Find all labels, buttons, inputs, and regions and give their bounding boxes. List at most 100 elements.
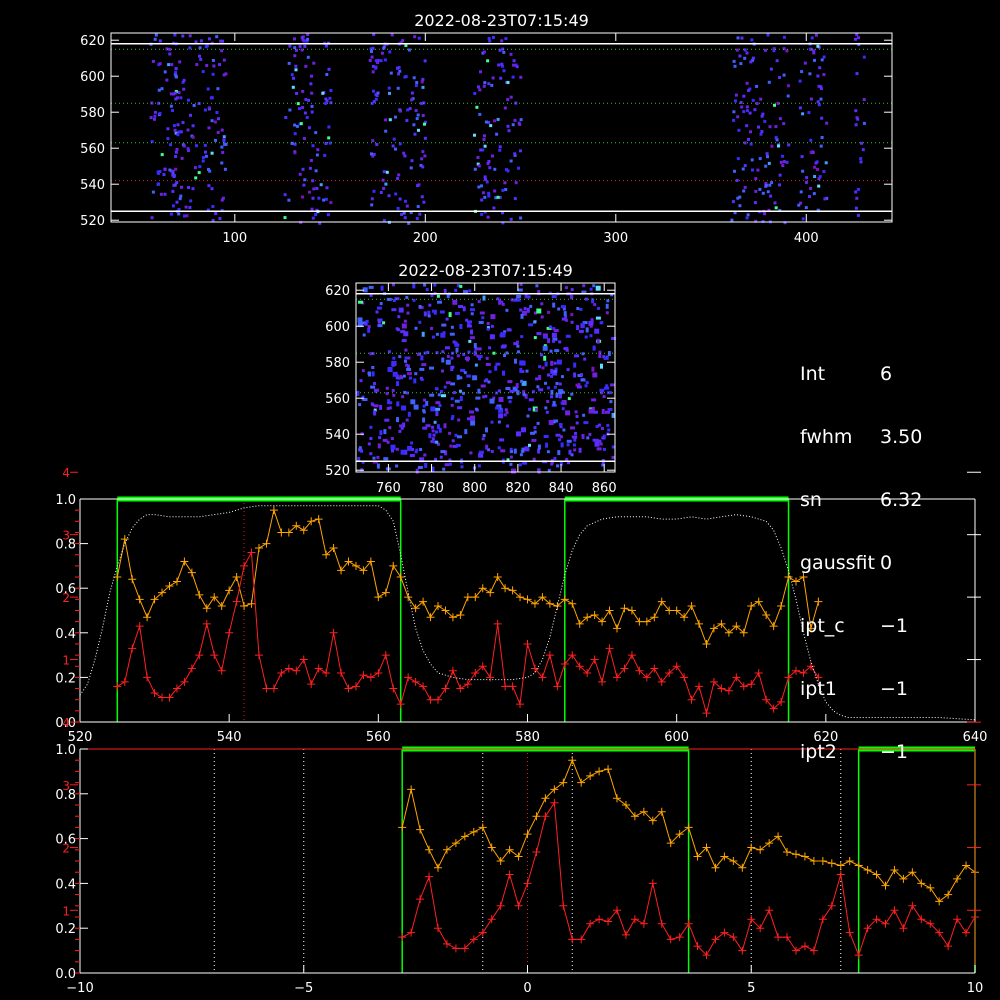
heatmap-pixel — [813, 165, 817, 169]
heatmap-pixel — [419, 448, 423, 451]
heatmap-pixel — [221, 39, 224, 43]
data-point — [407, 785, 416, 794]
heatmap-pixel — [591, 366, 595, 372]
heatmap-pixel — [529, 304, 533, 308]
heatmap-pixel — [317, 196, 321, 200]
data-point — [711, 935, 720, 944]
heatmap-pixel — [429, 393, 435, 397]
heatmap-pixel — [502, 50, 506, 54]
heatmap-pixel — [384, 118, 388, 122]
heatmap-pixel — [448, 431, 452, 435]
heatmap-pixel — [191, 124, 195, 128]
heatmap-pixel — [592, 345, 596, 351]
heatmap-pixel — [175, 200, 179, 204]
data-point — [143, 673, 152, 682]
heatmap-pixel — [775, 59, 779, 63]
heatmap-pixel — [451, 439, 455, 443]
heatmap-pixel — [820, 136, 824, 139]
heatmap-pixel — [415, 81, 419, 84]
heatmap-pixel — [859, 157, 863, 161]
heatmap-pixel — [192, 104, 196, 107]
heatmap-pixel — [478, 112, 482, 116]
heatmap-pixel — [746, 213, 750, 217]
data-point — [595, 767, 604, 776]
heatmap-pixel — [452, 299, 458, 305]
heatmap-pixel — [487, 160, 491, 163]
heatmap-pixel — [437, 300, 442, 304]
x-tick-label: 800 — [462, 481, 487, 496]
heatmap-pixel — [175, 148, 179, 151]
heatmap-pixel — [295, 92, 299, 95]
heatmap-pixel — [449, 332, 455, 336]
heatmap-pixel — [519, 118, 523, 122]
data-point — [486, 673, 495, 682]
heatmap-pixel — [388, 426, 392, 430]
heatmap-pixel — [469, 410, 474, 414]
heatmap-pixel — [552, 339, 556, 343]
x-tick-label: 5 — [747, 981, 755, 996]
heatmap-pixel — [204, 154, 208, 158]
heatmap-pixel — [442, 467, 446, 471]
heatmap-pixel — [383, 58, 387, 62]
heatmap-pixel — [860, 141, 863, 145]
data-point — [899, 924, 908, 933]
heatmap-pixel — [401, 405, 407, 411]
data-point — [487, 915, 496, 924]
heatmap-pixel — [437, 393, 441, 397]
heatmap-pixel — [823, 197, 827, 201]
heatmap-pixel — [763, 119, 767, 123]
heatmap-pixel — [401, 323, 407, 329]
heatmap-pixel — [553, 369, 557, 373]
heatmap-pixel — [396, 328, 400, 332]
heatmap-pixel — [157, 182, 160, 186]
heatmap-pixel — [188, 206, 192, 209]
data-point — [262, 539, 271, 548]
y-tick-label: 0.0 — [55, 967, 76, 982]
heatmap-pixel — [386, 297, 392, 301]
heatmap-pixel — [189, 113, 192, 117]
heatmap-pixel — [500, 449, 506, 453]
heatmap-pixel — [477, 300, 481, 304]
heatmap-pixel — [370, 152, 373, 156]
heatmap-pixel — [476, 354, 480, 358]
heatmap-pixel — [764, 183, 768, 187]
heatmap-pixel — [210, 187, 214, 191]
data-point — [774, 933, 783, 942]
heatmap-pixel — [576, 385, 582, 389]
heatmap-pixel — [180, 185, 183, 189]
heatmap-pixel — [515, 383, 519, 389]
heatmap-pixel — [173, 128, 177, 132]
heatmap-pixel — [443, 385, 447, 389]
heatmap-pixel — [528, 398, 534, 402]
x-tick-label: 820 — [505, 481, 530, 496]
heatmap-pixel — [822, 73, 826, 77]
heatmap-pixel — [493, 167, 497, 171]
data-point — [827, 859, 836, 868]
heatmap-pixel — [743, 185, 747, 189]
heatmap-pixel — [479, 70, 482, 74]
heatmap-pixel — [385, 170, 389, 174]
data-point — [684, 919, 693, 928]
heatmap-pixel — [750, 38, 754, 42]
data-point — [460, 832, 469, 841]
data-point — [523, 595, 532, 604]
heatmap-pixel — [153, 114, 157, 118]
red-y-tick-label: 2 — [62, 591, 70, 605]
data-point — [232, 573, 241, 582]
heatmap-pixel — [566, 439, 572, 443]
heatmap-pixel — [517, 350, 520, 354]
heatmap-pixel — [398, 355, 402, 359]
data-point — [398, 933, 407, 942]
heatmap-pixel — [596, 439, 600, 445]
data-point — [128, 644, 137, 653]
heatmap-pixel — [485, 427, 488, 433]
heatmap-pixel — [478, 321, 484, 324]
heatmap-pixel — [182, 87, 186, 91]
heatmap-pixel — [769, 67, 773, 71]
heatmap-pixel — [310, 74, 313, 78]
heatmap-pixel — [517, 288, 523, 292]
heatmap-pixel — [311, 144, 315, 148]
heatmap-pixel — [425, 400, 429, 406]
heatmap-pixel — [215, 111, 219, 114]
heatmap-pixel — [441, 357, 445, 363]
